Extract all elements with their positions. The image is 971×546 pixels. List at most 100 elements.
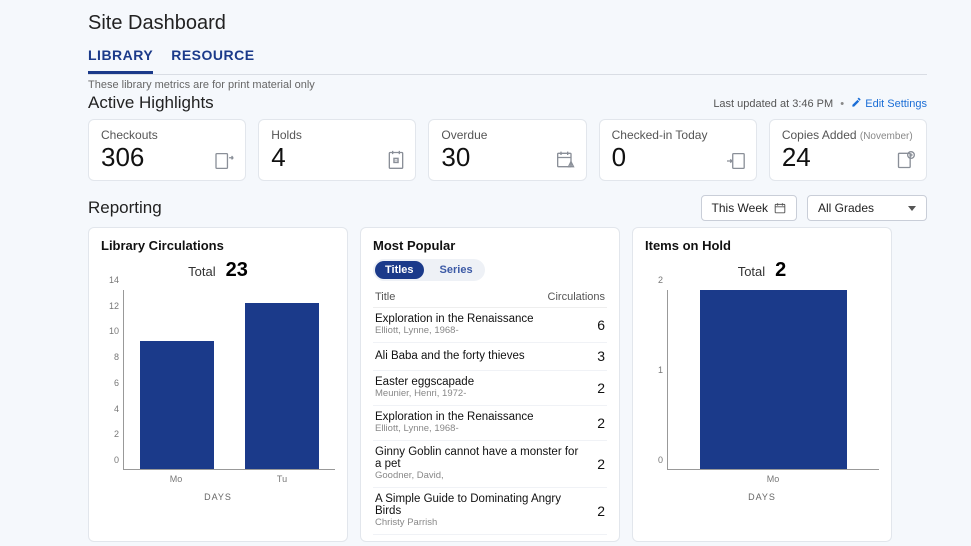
checkout-icon (215, 152, 235, 170)
y-tick: 1 (658, 365, 663, 375)
grades-select[interactable]: All Grades (807, 195, 927, 221)
circulations-title: Library Circulations (101, 238, 335, 253)
row-count: 2 (591, 503, 605, 519)
col-circulations: Circulations (548, 291, 605, 303)
card-holds[interactable]: Holds 4 H (258, 119, 416, 181)
card-sublabel: (November) (860, 131, 913, 142)
checkin-icon (726, 152, 746, 170)
hold-icon: H (387, 150, 405, 170)
y-tick: 4 (114, 404, 119, 414)
hold-chart: 012 Mo (645, 290, 879, 490)
card-copies-added[interactable]: Copies Added (November) 24 (769, 119, 927, 181)
card-value: 306 (101, 144, 233, 170)
row-title: Easter eggscapade (375, 376, 474, 388)
x-tick: Tu (229, 474, 335, 484)
bar (700, 290, 848, 469)
chevron-down-icon (908, 206, 916, 211)
y-tick: 0 (658, 455, 663, 465)
row-author: Christy Parrish (375, 517, 583, 528)
overdue-icon (556, 150, 576, 170)
card-value: 0 (612, 144, 744, 170)
row-title: Exploration in the Renaissance (375, 411, 534, 423)
pill-series[interactable]: Series (430, 261, 483, 279)
y-tick: 6 (114, 378, 119, 388)
y-tick: 8 (114, 352, 119, 362)
card-label: Copies Added (November) (782, 128, 914, 142)
col-title: Title (375, 291, 395, 303)
card-label: Overdue (441, 128, 573, 142)
table-row[interactable]: A Simple Guide to Dominating Angry Birds… (373, 488, 607, 535)
calendar-icon (774, 202, 786, 214)
row-count: 2 (591, 380, 605, 396)
popular-rows[interactable]: Exploration in the RenaissanceElliott, L… (373, 308, 607, 535)
y-tick: 2 (114, 429, 119, 439)
hold-axis-label: DAYS (645, 492, 879, 502)
card-label: Checked-in Today (612, 128, 744, 142)
bar (245, 303, 319, 469)
table-row[interactable]: Ali Baba and the forty thieves3 (373, 343, 607, 371)
y-tick: 10 (109, 326, 119, 336)
card-value: 24 (782, 144, 914, 170)
row-count: 6 (591, 317, 605, 333)
card-overdue[interactable]: Overdue 30 (428, 119, 586, 181)
metrics-subnote: These library metrics are for print mate… (88, 79, 927, 91)
table-row[interactable]: Ginny Goblin cannot have a monster for a… (373, 441, 607, 488)
tab-resource[interactable]: RESOURCE (171, 43, 254, 74)
row-author: Goodner, David, (375, 470, 583, 481)
x-tick: Mo (667, 474, 879, 484)
highlight-cards: Checkouts 306 Holds 4 H Overdue 30 Check… (88, 119, 927, 181)
hold-title: Items on Hold (645, 238, 879, 253)
panel-items-on-hold: Items on Hold Total2 0 1 2 Mo DAYS (632, 227, 892, 542)
popular-tab-row: Titles Series (373, 259, 485, 281)
x-tick: Mo (123, 474, 229, 484)
bar-column (124, 290, 230, 469)
card-checkouts[interactable]: Checkouts 306 (88, 119, 246, 181)
y-tick: 12 (109, 301, 119, 311)
card-label: Holds (271, 128, 403, 142)
row-title: Exploration in the Renaissance (375, 313, 534, 325)
popular-header: Title Circulations (373, 287, 607, 308)
edit-settings-link[interactable]: Edit Settings (851, 98, 927, 110)
updated-prefix: Last updated at (713, 98, 792, 110)
pencil-icon (851, 97, 862, 108)
grades-label: All Grades (818, 201, 874, 215)
card-value: 4 (271, 144, 403, 170)
hold-total: Total2 (645, 259, 879, 282)
card-checkedin[interactable]: Checked-in Today 0 (599, 119, 757, 181)
row-count: 2 (591, 415, 605, 431)
panel-most-popular: Most Popular Titles Series Title Circula… (360, 227, 620, 542)
this-week-button[interactable]: This Week (701, 195, 797, 221)
active-highlights-title: Active Highlights (88, 93, 214, 113)
circulations-chart: 02468101214 MoTu (101, 290, 335, 490)
pill-titles[interactable]: Titles (375, 261, 424, 279)
bar (140, 341, 214, 469)
this-week-label: This Week (712, 201, 768, 215)
row-count: 3 (591, 348, 605, 364)
row-count: 2 (591, 456, 605, 472)
circ-total: Total23 (101, 259, 335, 282)
edit-settings-label: Edit Settings (865, 98, 927, 110)
page-title: Site Dashboard (88, 12, 927, 35)
row-title: Ginny Goblin cannot have a monster for a… (375, 446, 583, 470)
row-title: A Simple Guide to Dominating Angry Birds (375, 493, 583, 517)
row-author: Meunier, Henri, 1972- (375, 388, 474, 399)
card-value: 30 (441, 144, 573, 170)
row-author: Elliott, Lynne, 1968- (375, 325, 534, 336)
tab-library[interactable]: LIBRARY (88, 43, 153, 74)
panel-circulations: Library Circulations Total23 02468101214… (88, 227, 348, 542)
table-row[interactable]: Exploration in the RenaissanceElliott, L… (373, 308, 607, 343)
updated-time: 3:46 PM (792, 98, 833, 110)
separator-dot: • (836, 98, 848, 110)
main-tabs: LIBRARY RESOURCE (88, 43, 927, 75)
reporting-title: Reporting (88, 198, 162, 218)
row-author: Elliott, Lynne, 1968- (375, 423, 534, 434)
y-tick: 2 (658, 275, 663, 285)
copies-icon (896, 150, 916, 170)
svg-text:H: H (395, 158, 398, 163)
table-row[interactable]: Exploration in the RenaissanceElliott, L… (373, 406, 607, 441)
bar-column (668, 290, 879, 469)
y-tick: 0 (114, 455, 119, 465)
table-row[interactable]: Easter eggscapadeMeunier, Henri, 1972- 2 (373, 371, 607, 406)
bar-column (230, 290, 336, 469)
popular-title: Most Popular (373, 238, 607, 253)
